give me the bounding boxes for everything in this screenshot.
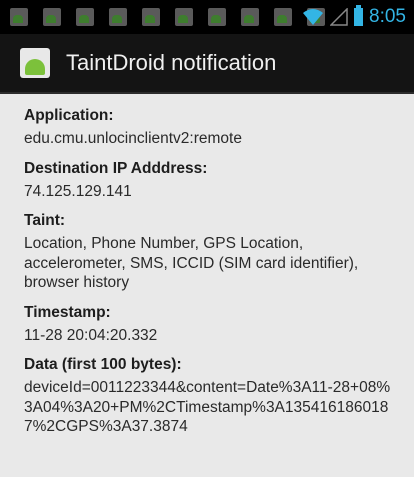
- battery-icon: [354, 5, 364, 26]
- notification-details: Application: edu.cmu.unlocinclientv2:rem…: [0, 94, 414, 437]
- signal-icon: [330, 8, 348, 26]
- clock: 8:05: [369, 6, 406, 27]
- android-icon: [76, 8, 94, 26]
- field-label: Data (first 100 bytes):: [24, 356, 182, 373]
- field-value: edu.cmu.unlocinclientv2:remote: [24, 130, 242, 147]
- field-value: 11-28 20:04:20.332: [24, 326, 158, 344]
- field-label: Application:: [24, 107, 114, 124]
- android-icon: [274, 8, 292, 26]
- field-timestamp: Timestamp: 11-28 20:04:20.332: [24, 303, 396, 346]
- field-label: Taint:: [24, 212, 66, 229]
- android-icon: [10, 8, 28, 26]
- page-title: TaintDroid notification: [66, 50, 277, 75]
- wifi-icon: [303, 9, 324, 25]
- android-icon: [43, 8, 61, 26]
- title-bar: TaintDroid notification: [0, 34, 414, 94]
- field-destination-ip: Destination IP Adddress: 74.125.129.141: [24, 159, 396, 202]
- field-value: deviceId=0011223344&content=Date%3A11-28…: [24, 379, 391, 435]
- field-label: Timestamp:: [24, 303, 111, 321]
- field-data: Data (first 100 bytes): deviceId=0011223…: [24, 355, 396, 437]
- notification-icons: [10, 8, 340, 26]
- status-indicators: 8:05: [302, 0, 406, 34]
- android-icon: [241, 8, 259, 26]
- android-icon: [142, 8, 160, 26]
- field-label: Destination IP Adddress:: [24, 159, 208, 177]
- status-bar: 8:05: [0, 0, 414, 34]
- field-application: Application: edu.cmu.unlocinclientv2:rem…: [24, 106, 396, 149]
- field-value: 74.125.129.141: [24, 182, 132, 200]
- field-taint: Taint: Location, Phone Number, GPS Locat…: [24, 211, 396, 293]
- field-value: Location, Phone Number, GPS Location, ac…: [24, 235, 359, 291]
- app-icon: [20, 48, 50, 78]
- android-icon: [109, 8, 127, 26]
- android-icon: [208, 8, 226, 26]
- android-icon: [175, 8, 193, 26]
